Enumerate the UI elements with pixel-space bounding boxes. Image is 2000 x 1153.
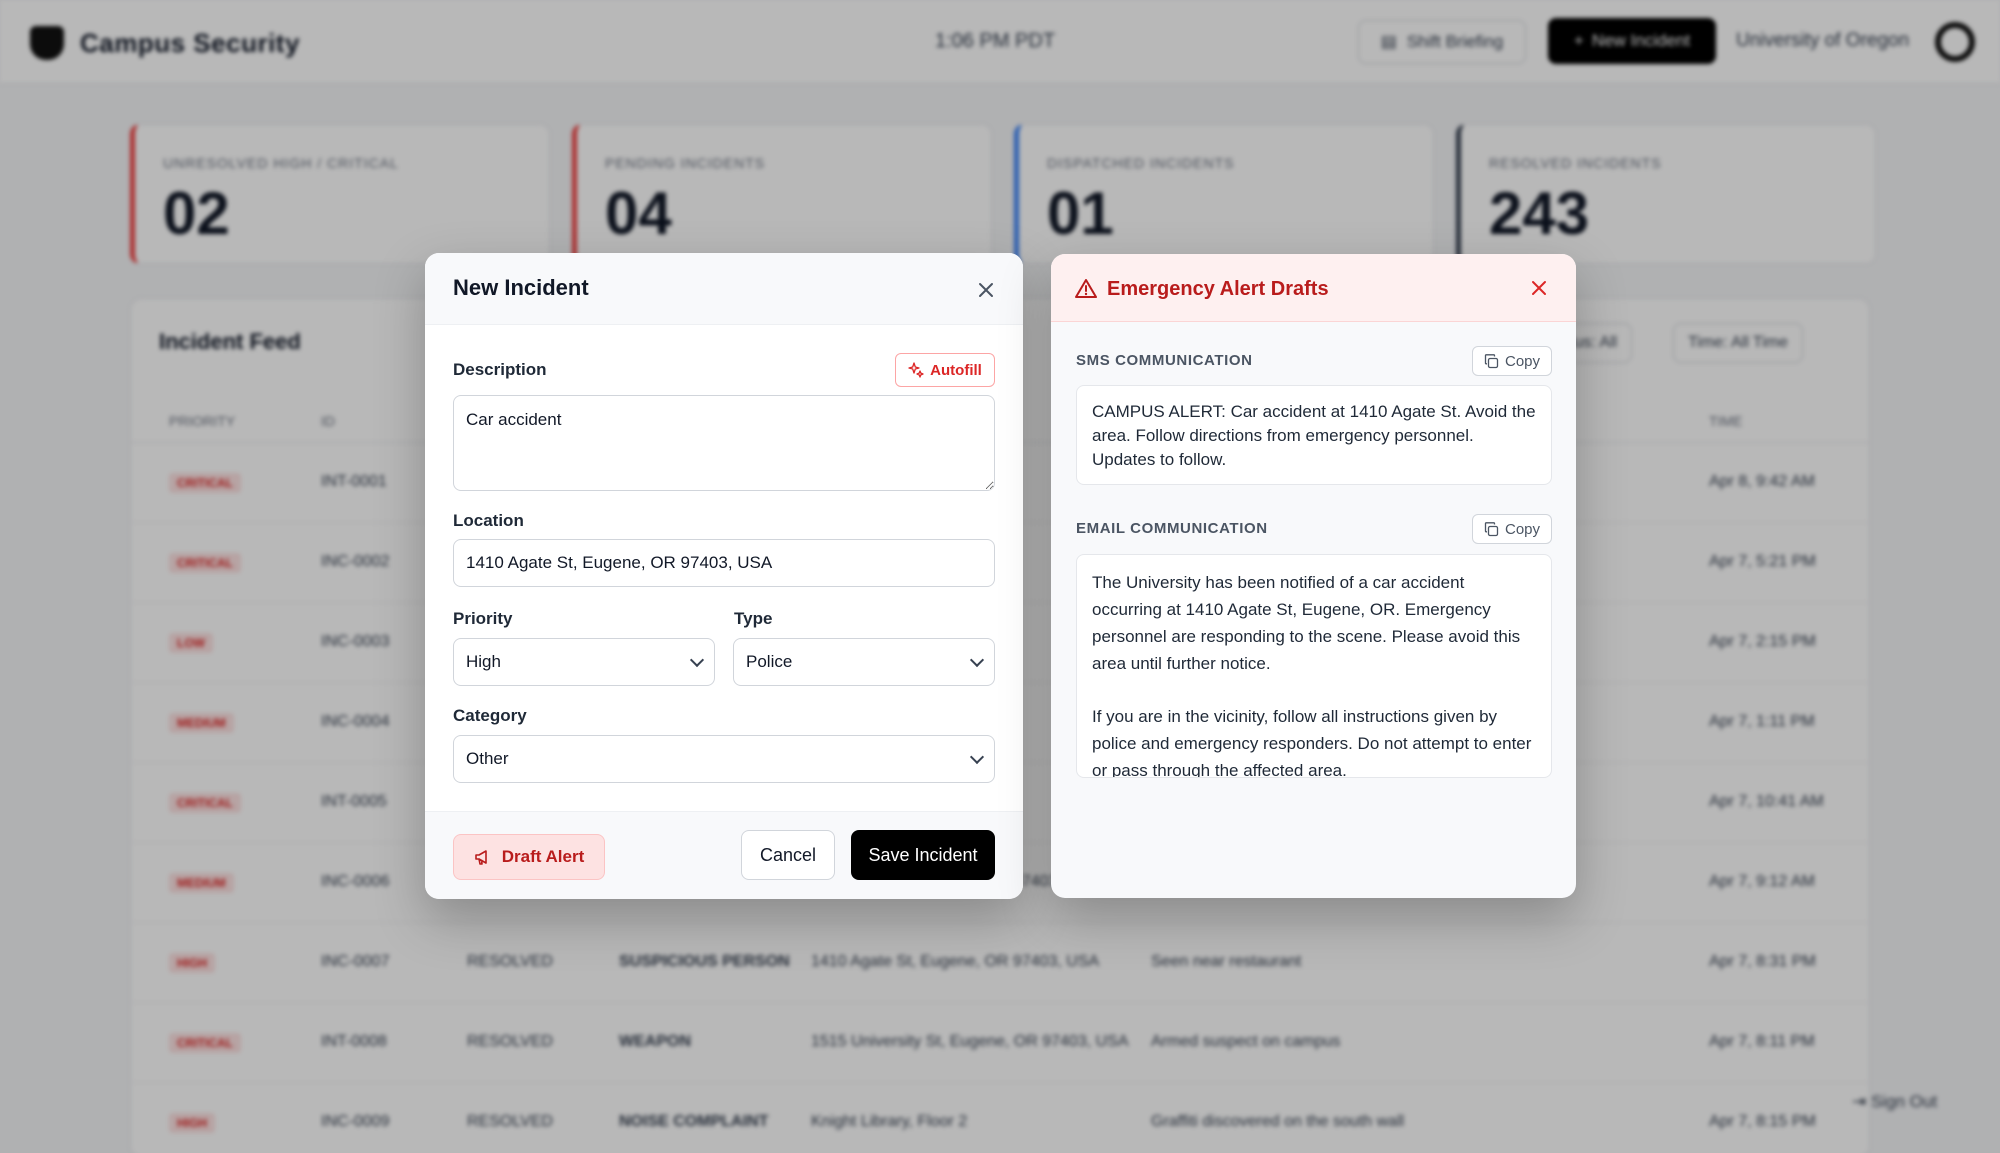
autofill-label: Autofill xyxy=(930,361,982,379)
chevron-down-icon xyxy=(969,652,985,668)
panel-header: Emergency Alert Drafts xyxy=(1051,254,1576,322)
copy-icon xyxy=(1484,353,1499,368)
close-icon xyxy=(979,283,993,297)
draft-alert-button[interactable]: Draft Alert xyxy=(453,834,605,880)
modal-title: New Incident xyxy=(453,275,589,300)
copy-email-button[interactable]: Copy xyxy=(1472,514,1552,544)
sms-message-box[interactable]: CAMPUS ALERT: Car accident at 1410 Agate… xyxy=(1076,385,1552,485)
close-modal-button[interactable] xyxy=(972,276,1000,304)
modal-header: New Incident xyxy=(425,253,1023,325)
copy-icon xyxy=(1484,521,1499,536)
description-field[interactable]: Car accident xyxy=(453,395,995,491)
sparkles-icon xyxy=(908,362,924,378)
cancel-button[interactable]: Cancel xyxy=(741,830,835,880)
email-paragraph: The University has been notified of a ca… xyxy=(1092,573,1521,673)
sms-text: CAMPUS ALERT: Car accident at 1410 Agate… xyxy=(1092,402,1536,469)
save-incident-label: Save Incident xyxy=(868,844,978,865)
draft-alert-label: Draft Alert xyxy=(501,847,585,866)
copy-sms-button[interactable]: Copy xyxy=(1472,346,1552,376)
email-message-box[interactable]: The University has been notified of a ca… xyxy=(1076,554,1552,778)
alert-drafts-panel: Emergency Alert Drafts SMS COMMUNICATION… xyxy=(1051,254,1576,898)
category-label: Category xyxy=(453,706,527,725)
modal-footer: Draft Alert Cancel Save Incident xyxy=(425,811,1023,899)
priority-select[interactable]: High xyxy=(453,638,715,686)
category-select[interactable]: Other xyxy=(453,735,995,783)
category-value: Other xyxy=(466,749,509,768)
location-field[interactable]: 1410 Agate St, Eugene, OR 97403, USA xyxy=(453,539,995,587)
cancel-label: Cancel xyxy=(759,844,817,865)
sms-section-label: SMS COMMUNICATION xyxy=(1076,352,1253,369)
location-value: 1410 Agate St, Eugene, OR 97403, USA xyxy=(466,553,773,572)
type-select[interactable]: Police xyxy=(733,638,995,686)
autofill-button[interactable]: Autofill xyxy=(895,353,995,387)
priority-label: Priority xyxy=(453,609,513,628)
priority-value: High xyxy=(466,652,501,671)
chevron-down-icon xyxy=(969,749,985,765)
chevron-down-icon xyxy=(689,652,705,668)
copy-label: Copy xyxy=(1504,352,1541,370)
description-label: Description xyxy=(453,360,547,379)
email-section-label: EMAIL COMMUNICATION xyxy=(1076,520,1268,537)
type-label: Type xyxy=(734,609,773,628)
email-paragraph: If you are in the vicinity, follow all i… xyxy=(1092,707,1532,778)
warning-icon xyxy=(1075,279,1097,298)
megaphone-icon xyxy=(474,850,487,865)
new-incident-modal: New Incident Description Autofill Car ac… xyxy=(425,253,1023,899)
panel-title: Emergency Alert Drafts xyxy=(1107,278,1329,300)
copy-label: Copy xyxy=(1504,520,1541,538)
close-panel-button[interactable] xyxy=(1525,274,1553,302)
close-icon xyxy=(1532,281,1546,295)
location-label: Location xyxy=(453,511,524,530)
save-incident-button[interactable]: Save Incident xyxy=(851,830,995,880)
type-value: Police xyxy=(746,652,793,671)
